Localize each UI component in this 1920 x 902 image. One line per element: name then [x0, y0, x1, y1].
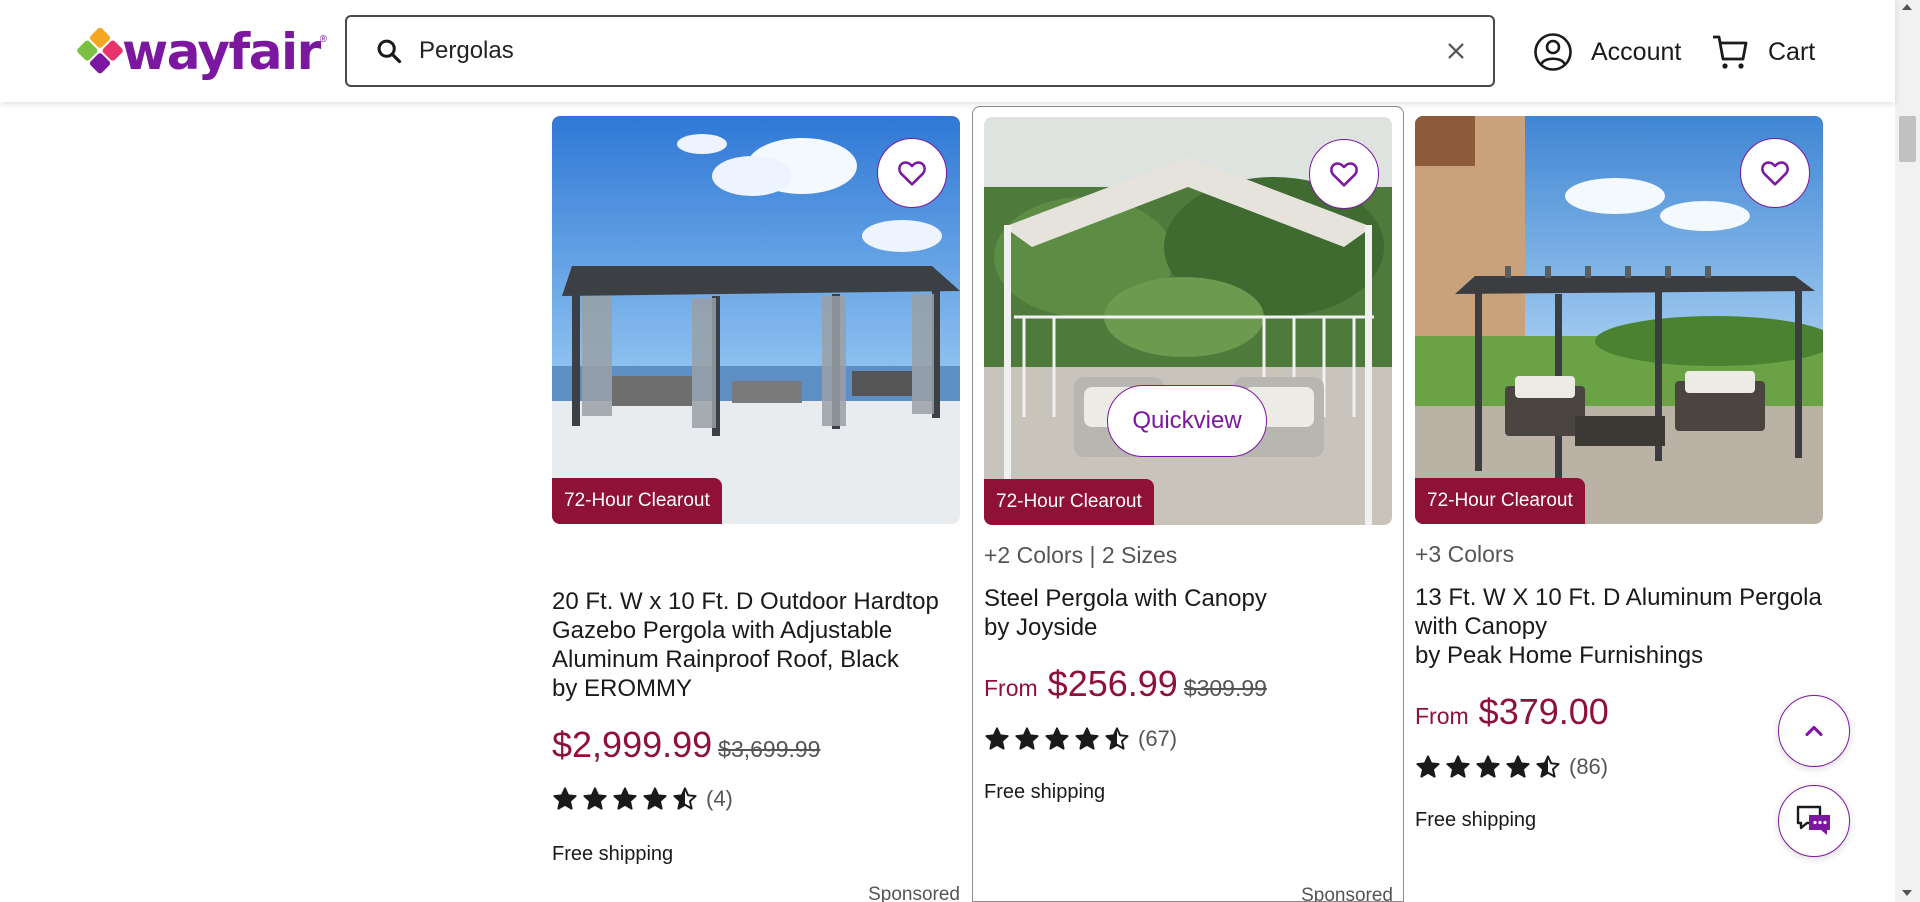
price-row: From $379.00 — [1415, 691, 1609, 733]
sale-price: $2,999.99 — [552, 724, 713, 765]
stars — [552, 786, 698, 812]
star-rating[interactable]: (86) — [1415, 754, 1608, 780]
product-brand: by EROMMY — [552, 675, 693, 702]
product-image[interactable]: 72-Hour Clearout — [1415, 116, 1823, 524]
shipping-info: Free shipping — [1415, 809, 1537, 831]
star-icon — [1536, 755, 1560, 778]
price-row: $2,999.99 $3,699.99 — [552, 724, 820, 766]
sponsored-label: Sponsored — [1301, 885, 1393, 902]
star-icon — [1506, 755, 1530, 778]
chat-button[interactable] — [1778, 785, 1850, 857]
user-icon — [1534, 33, 1572, 71]
star-icon — [613, 787, 637, 810]
cart-icon — [1713, 35, 1748, 69]
star-icon — [1075, 727, 1099, 750]
original-price: $3,699.99 — [718, 736, 821, 762]
favorite-button[interactable] — [1740, 138, 1810, 208]
review-count: (4) — [706, 786, 733, 811]
close-icon[interactable] — [1445, 40, 1467, 62]
favorite-button[interactable] — [1309, 139, 1379, 209]
original-price: $309.99 — [1183, 675, 1267, 701]
scroll-down-arrow-icon[interactable] — [1902, 890, 1912, 896]
product-title-block[interactable]: 20 Ft. W x 10 Ft. D Outdoor Hardtop Gaze… — [552, 587, 962, 703]
star-icon — [985, 727, 1009, 750]
product-options[interactable]: +3 Colors — [1415, 541, 1514, 568]
star-icon — [1015, 727, 1039, 750]
logo-registered-mark: ® — [319, 34, 328, 45]
back-to-top-button[interactable] — [1778, 695, 1850, 767]
star-rating[interactable]: (4) — [552, 786, 733, 812]
sale-price: $256.99 — [1047, 663, 1178, 704]
shipping-info: Free shipping — [984, 781, 1106, 803]
page-scrollbar[interactable] — [1895, 0, 1920, 902]
heart-icon — [1330, 162, 1358, 187]
shipping-info: Free shipping — [552, 843, 674, 865]
star-icon — [583, 787, 607, 810]
review-count: (86) — [1569, 754, 1609, 779]
from-label: From — [1415, 703, 1469, 729]
logo-text: wayfair — [122, 23, 321, 81]
search-bar[interactable] — [345, 15, 1495, 87]
site-header: wayfair ® Account Cart — [0, 0, 1895, 102]
star-icon — [553, 787, 577, 810]
from-label: From — [984, 675, 1038, 701]
product-card[interactable]: 72-Hour Clearout 20 Ft. W x 10 Ft. D Out… — [552, 106, 984, 902]
heart-icon — [1761, 161, 1789, 186]
star-icon — [1476, 755, 1500, 778]
star-icon — [643, 787, 667, 810]
chevron-up-icon — [1805, 725, 1823, 737]
account-link[interactable]: Account — [1533, 30, 1681, 74]
product-title-block[interactable]: Steel Pergola with Canopy by Joyside — [984, 584, 1394, 642]
clearout-badge: 72-Hour Clearout — [552, 478, 722, 524]
wayfair-logo[interactable]: wayfair ® — [75, 23, 328, 81]
product-card[interactable]: 72-Hour Clearout +3 Colors 13 Ft. W X 10… — [1415, 106, 1847, 902]
scroll-up-arrow-icon[interactable] — [1902, 4, 1912, 10]
account-label: Account — [1591, 37, 1682, 66]
logo-mark-icon — [75, 26, 126, 78]
star-icon — [673, 787, 697, 810]
scroll-thumb[interactable] — [1899, 116, 1916, 162]
star-icon — [1045, 727, 1069, 750]
product-brand: by Joyside — [984, 614, 1098, 641]
product-brand: by Peak Home Furnishings — [1415, 642, 1704, 669]
stars — [1415, 754, 1561, 780]
product-title[interactable]: 20 Ft. W x 10 Ft. D Outdoor Hardtop Gaze… — [552, 587, 962, 674]
product-title[interactable]: Steel Pergola with Canopy — [984, 584, 1394, 613]
clearout-badge: 72-Hour Clearout — [1415, 478, 1585, 524]
price-row: From $256.99 $309.99 — [984, 663, 1267, 705]
review-count: (67) — [1138, 726, 1178, 751]
chat-icon — [1796, 805, 1830, 835]
product-image[interactable]: 72-Hour Clearout — [552, 116, 960, 524]
cart-link[interactable]: Cart — [1710, 30, 1815, 74]
star-rating[interactable]: (67) — [984, 726, 1177, 752]
search-input[interactable] — [419, 31, 1445, 71]
product-title-block[interactable]: 13 Ft. W X 10 Ft. D Aluminum Pergola wit… — [1415, 583, 1825, 670]
sponsored-label: Sponsored — [868, 884, 960, 902]
star-icon — [1446, 755, 1470, 778]
product-image[interactable]: Quickview 72-Hour Clearout — [984, 117, 1392, 525]
sale-price: $379.00 — [1478, 691, 1609, 732]
clearout-badge: 72-Hour Clearout — [984, 479, 1154, 525]
search-icon[interactable] — [375, 37, 403, 65]
cart-label: Cart — [1768, 37, 1816, 66]
product-card[interactable]: Quickview 72-Hour Clearout +2 Colors | 2… — [972, 106, 1404, 902]
star-icon — [1416, 755, 1440, 778]
quickview-button[interactable]: Quickview — [1107, 385, 1267, 457]
product-options[interactable]: +2 Colors | 2 Sizes — [984, 542, 1177, 569]
product-title[interactable]: 13 Ft. W X 10 Ft. D Aluminum Pergola wit… — [1415, 583, 1825, 641]
heart-icon — [898, 161, 926, 186]
stars — [984, 726, 1130, 752]
star-icon — [1105, 727, 1129, 750]
favorite-button[interactable] — [877, 138, 947, 208]
